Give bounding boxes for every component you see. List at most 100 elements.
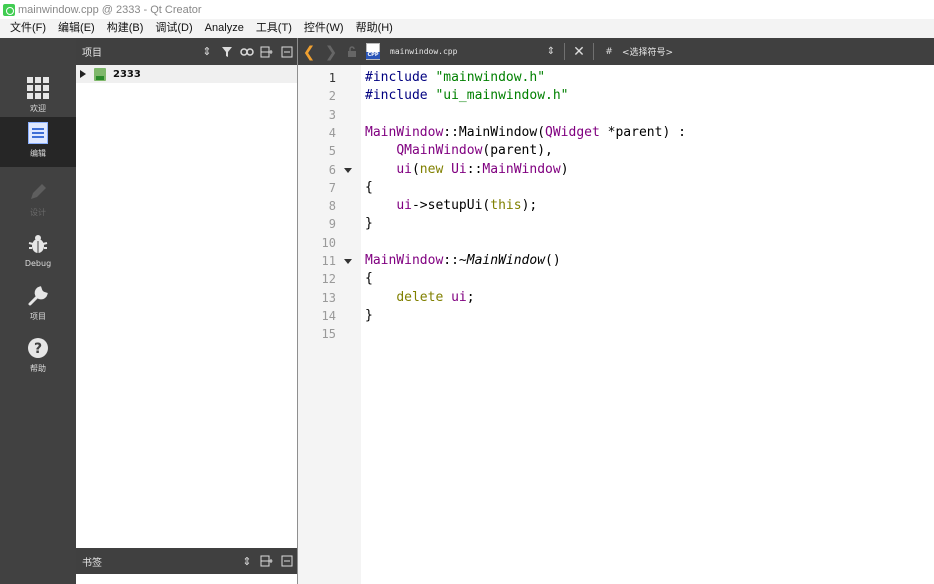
project-name: 2333 (113, 68, 141, 80)
symbol-hash-label: # (605, 46, 613, 57)
code-token: ::~ (443, 253, 467, 268)
menu-build[interactable]: 构建(B) (101, 19, 150, 38)
line-number: 6 (328, 162, 336, 177)
code-line: { (365, 270, 373, 288)
design-pencil-icon (31, 184, 46, 199)
close-document-icon[interactable]: ✕ (571, 44, 587, 60)
bookmarks-split-add-icon[interactable] (257, 551, 277, 571)
menu-file[interactable]: 文件(F) (4, 19, 52, 38)
menu-debug[interactable]: 调试(D) (149, 19, 198, 38)
code-line: delete ui; (365, 289, 475, 307)
project-tree-item[interactable]: 2333 (76, 65, 297, 83)
code-token: #include (365, 88, 436, 104)
menu-analyze[interactable]: Analyze (199, 19, 250, 38)
code-token: ) (560, 161, 569, 177)
projects-wrench-icon (28, 286, 48, 306)
mode-projects-label: 项目 (30, 312, 46, 321)
line-number: 1 (328, 71, 336, 85)
code-line: MainWindow::MainWindow(QWidget *parent) … (365, 124, 686, 142)
edit-document-icon (28, 122, 48, 144)
project-pane: 项目 ⇕ 2333 书签 ⇕ (76, 38, 298, 584)
mode-projects[interactable]: 项目 (0, 280, 76, 330)
code-line: { (365, 179, 373, 197)
code-token: :: (466, 161, 483, 177)
code-token: *parent) : (599, 124, 686, 140)
code-text-area[interactable]: #include "mainwindow.h" #include "ui_main… (365, 65, 934, 584)
menu-help[interactable]: 帮助(H) (350, 19, 399, 38)
go-back-icon[interactable]: ❮ (298, 38, 320, 65)
code-line: } (365, 307, 373, 325)
lock-icon (342, 38, 362, 65)
mode-edit-label: 编辑 (30, 149, 46, 158)
debug-bug-icon (28, 235, 48, 253)
code-token: } (365, 216, 373, 232)
mode-welcome-label: 欢迎 (30, 104, 46, 113)
code-token: Ui (451, 161, 467, 177)
expand-arrow-icon[interactable] (80, 70, 86, 78)
view-selector-updown-icon[interactable]: ⇕ (197, 42, 217, 62)
code-token: QWidget (545, 124, 600, 140)
code-editor: ❮ ❯ CPP mainwindow.cpp ⇕ ✕ # <选择符号> 1234… (298, 38, 934, 584)
code-token: MainWindow (365, 253, 444, 268)
mode-welcome[interactable]: 欢迎 (0, 72, 76, 122)
line-number: 5 (328, 144, 336, 159)
line-number: 10 (321, 235, 336, 250)
code-token: { (365, 179, 373, 195)
bookmarks-updown-icon[interactable]: ⇕ (237, 551, 257, 571)
file-selector-updown-icon[interactable]: ⇕ (544, 46, 558, 57)
filter-icon[interactable] (217, 42, 237, 62)
open-file-selector[interactable]: mainwindow.cpp (390, 47, 544, 56)
code-token: ( (411, 161, 420, 177)
mode-debug-label: Debug (24, 259, 52, 268)
line-number: 7 (328, 180, 336, 195)
qt-project-icon (94, 67, 106, 81)
qt-creator-app-icon (3, 3, 15, 16)
fold-marker-icon[interactable] (344, 259, 352, 264)
link-sync-icon[interactable] (237, 42, 257, 62)
bookmarks-view-selector[interactable]: 书签 (82, 554, 237, 569)
title-bar: mainwindow.cpp @ 2333 - Qt Creator (0, 0, 934, 19)
mode-help-label: 帮助 (30, 364, 46, 373)
toolbar-separator (593, 43, 594, 60)
mode-help[interactable]: ? 帮助 (0, 332, 76, 382)
code-token: { (365, 271, 373, 287)
line-number: 9 (328, 217, 336, 232)
code-token: ui (396, 161, 412, 177)
close-pane-icon[interactable] (277, 42, 297, 62)
mode-design[interactable]: 设计 (0, 176, 76, 226)
code-token: MainWindow (482, 161, 561, 177)
mode-edit[interactable]: 编辑 (0, 117, 76, 167)
menu-edit[interactable]: 编辑(E) (52, 19, 101, 38)
line-number: 13 (321, 290, 336, 305)
bookmarks-close-pane-icon[interactable] (277, 551, 297, 571)
line-number: 2 (328, 89, 336, 104)
menu-tools[interactable]: 工具(T) (250, 19, 298, 38)
code-line: } (365, 215, 373, 233)
go-forward-icon[interactable]: ❯ (320, 38, 342, 65)
code-token: MainWindow (466, 253, 546, 268)
fold-marker-icon[interactable] (344, 167, 352, 173)
mode-debug[interactable]: Debug (0, 228, 76, 278)
menu-controls[interactable]: 控件(W) (298, 19, 350, 38)
code-token: () (545, 253, 561, 268)
code-token: ::MainWindow( (443, 124, 546, 140)
line-number: 15 (321, 327, 336, 342)
code-token: ; (466, 289, 475, 305)
code-token: } (365, 307, 373, 323)
code-token: "mainwindow.h" (435, 70, 546, 85)
cpp-file-icon: CPP (366, 43, 380, 60)
symbol-selector[interactable]: <选择符号> (622, 45, 673, 58)
split-add-icon[interactable] (257, 42, 277, 62)
welcome-grid-icon (27, 77, 49, 99)
project-pane-toolbar: 项目 ⇕ (76, 38, 297, 65)
project-view-selector[interactable]: 项目 (82, 44, 197, 59)
code-token: ); (521, 198, 538, 214)
svg-text:?: ? (34, 341, 42, 357)
line-number: 11 (321, 254, 336, 268)
